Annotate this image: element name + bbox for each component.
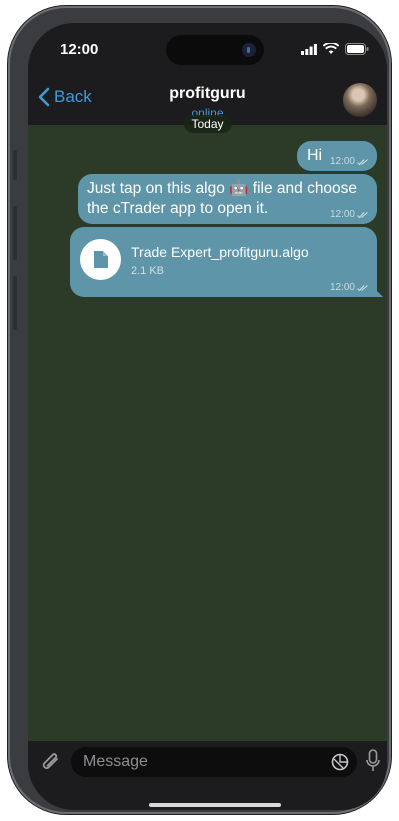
volume-down-button [13, 276, 17, 330]
message-placeholder: Message [83, 753, 148, 770]
double-check-icon [357, 211, 368, 218]
wifi-icon [323, 43, 339, 54]
status-icons [301, 43, 369, 55]
contact-avatar[interactable] [343, 83, 377, 117]
message-bubble[interactable]: Just tap on this algo 🤖 file and choose … [78, 174, 377, 224]
message-meta: 12:00 [330, 156, 369, 167]
message-meta: 12:00 [330, 209, 369, 220]
message-bubble[interactable]: Hi 12:00 [297, 141, 377, 171]
microphone-icon[interactable] [366, 749, 380, 773]
file-download-button[interactable] [80, 239, 121, 280]
message-time: 12:00 [329, 282, 355, 293]
sticker-icon[interactable] [331, 753, 349, 771]
volume-up-button [13, 206, 17, 260]
home-indicator[interactable] [149, 803, 281, 807]
battery-icon [345, 43, 369, 55]
message-time: 12:00 [329, 156, 355, 167]
message-input[interactable]: Message [71, 747, 357, 777]
status-bar: 12:00 [28, 23, 387, 77]
file-size: 2.1 KB [131, 265, 165, 277]
double-check-icon [357, 284, 368, 291]
camera-icon [242, 43, 256, 57]
status-time: 12:00 [60, 41, 99, 58]
file-name: Trade Expert_profitguru.algo [131, 244, 309, 260]
signal-icon [301, 44, 317, 55]
message-time: 12:00 [329, 209, 355, 220]
document-icon [94, 251, 108, 268]
message-composer: Message [28, 741, 387, 810]
double-check-icon [357, 158, 368, 165]
file-message-bubble[interactable]: Trade Expert_profitguru.algo 2.1 KB 12:0… [70, 227, 377, 297]
message-text: Hi [307, 147, 323, 164]
message-line: the cTrader app to open it. [87, 200, 269, 217]
message-meta: 12:00 [330, 282, 369, 293]
phone-frame: 12:00 Back profitguru online Today Hi 12… [8, 6, 391, 814]
paperclip-icon[interactable] [40, 750, 62, 774]
message-text: Just tap on this algo 🤖 file and choose … [87, 179, 357, 219]
dynamic-island [166, 35, 264, 65]
message-line: Just tap on this algo 🤖 file and choose [87, 180, 358, 197]
date-separator: Today [183, 115, 232, 133]
contact-name[interactable]: profitguru [28, 85, 387, 103]
silent-switch [13, 150, 17, 180]
screen: 12:00 Back profitguru online Today Hi 12… [28, 23, 387, 810]
